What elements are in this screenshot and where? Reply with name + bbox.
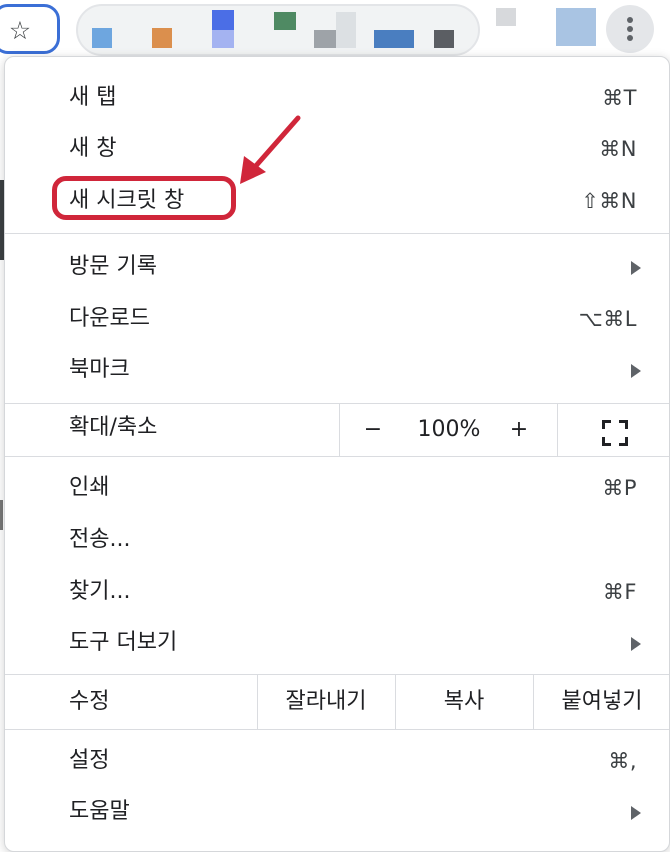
extension-icon[interactable] [314,30,336,48]
zoom-in-button[interactable]: + [493,402,545,458]
menu-divider [5,456,669,457]
menu-item-label: 도구 더보기 [69,630,178,655]
three-dots-vertical-icon-dot [627,26,633,32]
zoom-label: 확대/축소 [69,415,158,440]
menu-item-label: 새 탭 [69,85,117,110]
zoom-row: 확대/축소 [5,404,669,456]
incognito-highlight-box [52,176,236,220]
chrome-menu-button[interactable] [606,5,654,53]
extension-icon[interactable] [374,30,414,48]
menu-divider [5,729,669,730]
menu-item-shortcut: ⌥⌘L [578,307,637,331]
menu-item-find[interactable]: 찾기... ⌘F [5,566,669,618]
bookmark-star-button[interactable]: ☆ [0,4,60,54]
menu-item-new-tab[interactable]: 새 탭 ⌘T [5,72,669,124]
chevron-right-icon [631,261,641,275]
extension-icon[interactable] [92,28,112,48]
chevron-right-icon [631,364,641,378]
menu-item-label: 다운로드 [69,306,150,331]
copy-button[interactable]: 복사 [395,674,533,730]
three-dots-vertical-icon [627,17,633,23]
extension-icon[interactable] [496,8,516,26]
extension-icon[interactable] [152,28,172,48]
zoom-divider [339,404,340,456]
menu-item-history[interactable]: 방문 기록 [5,241,669,293]
zoom-divider [557,404,558,456]
edit-label: 수정 [69,689,110,714]
paste-button[interactable]: 붙여넣기 [533,674,669,730]
menu-item-new-window[interactable]: 새 창 ⌘N [5,123,669,175]
profile-avatar[interactable] [556,8,596,46]
chevron-right-icon [631,806,641,820]
menu-item-settings[interactable]: 설정 ⌘, [5,735,669,787]
menu-item-print[interactable]: 인쇄 ⌘P [5,462,669,514]
menu-item-shortcut: ⌘T [602,86,637,110]
menu-item-label: 인쇄 [69,475,110,500]
menu-item-label: 전송... [69,527,131,552]
menu-item-shortcut: ⇧⌘N [581,189,637,213]
browser-toolbar: ☆ [0,0,670,60]
star-icon: ☆ [8,16,32,45]
menu-item-more-tools[interactable]: 도구 더보기 [5,617,669,669]
extension-icon[interactable] [434,30,454,48]
menu-item-shortcut: ⌘N [599,137,637,161]
menu-item-bookmarks[interactable]: 북마크 [5,344,669,396]
extension-icon[interactable] [274,12,296,30]
extensions-bar [76,4,480,56]
fullscreen-icon[interactable] [602,420,628,446]
menu-item-cast[interactable]: 전송... [5,514,669,566]
menu-item-label: 찾기... [69,579,131,604]
menu-item-downloads[interactable]: 다운로드 ⌥⌘L [5,293,669,345]
extension-icon[interactable] [212,10,234,30]
menu-divider [5,233,669,234]
annotation-arrow-icon [240,115,301,184]
menu-item-shortcut: ⌘F [602,580,637,604]
menu-item-shortcut: ⌘P [602,476,637,500]
chevron-right-icon [631,637,641,651]
menu-item-label: 도움말 [69,799,130,824]
zoom-out-button[interactable]: − [347,402,399,458]
menu-item-help[interactable]: 도움말 [5,786,669,838]
menu-item-label: 새 창 [69,136,117,161]
menu-item-shortcut: ⌘, [608,749,637,773]
menu-item-label: 방문 기록 [69,254,157,279]
three-dots-vertical-icon-dot [627,35,633,41]
extension-icon[interactable] [212,30,234,48]
cut-button[interactable]: 잘라내기 [257,674,395,730]
menu-item-label: 설정 [69,748,110,773]
zoom-level-value: 100% [417,417,481,442]
page-edge [0,500,3,530]
menu-item-label: 북마크 [69,357,130,382]
extension-icon[interactable] [336,12,356,48]
